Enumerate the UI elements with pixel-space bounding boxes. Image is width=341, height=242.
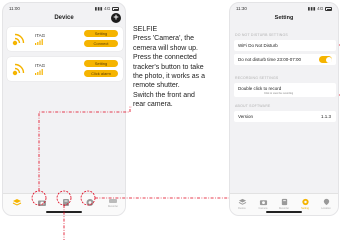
home-indicator <box>46 211 82 213</box>
status-time: 11:00 <box>9 6 20 11</box>
setting-button[interactable]: Setting <box>84 60 118 67</box>
tab-setting[interactable]: Setting <box>297 198 313 212</box>
tab-label: Recorder <box>278 207 290 210</box>
callout-line: Press the connected <box>133 54 197 62</box>
version-value: 1.1.3 <box>320 114 331 119</box>
tab-label: Camera <box>258 207 268 210</box>
tab-label: Location <box>321 207 331 210</box>
status-bar: 11:30 ▮▮▮ 4G <box>230 3 338 13</box>
setting-button[interactable]: Setting <box>84 30 118 37</box>
callout-line: tracker's button to take <box>133 63 204 71</box>
callout-line: remote shutter. <box>133 82 180 90</box>
row-label: Do not disturb time 23:00-07:00 <box>238 57 302 62</box>
tab-device[interactable] <box>9 198 25 212</box>
record-row[interactable]: Double click to record Click to view the… <box>234 83 336 97</box>
signal-strength-icon <box>35 69 43 75</box>
callout-line: rear camera. <box>133 101 173 109</box>
click-alarm-button[interactable]: Click alarm <box>84 70 118 77</box>
connect-button[interactable]: Connect <box>84 40 118 47</box>
add-device-button[interactable]: + <box>111 12 121 23</box>
row-sublabel: Click to view the recording <box>264 92 294 95</box>
tab-device[interactable]: Device <box>234 198 250 212</box>
device-card[interactable]: ITAG Setting Connect <box>7 27 123 51</box>
tab-camera[interactable] <box>34 198 50 212</box>
battery-icon <box>325 7 332 11</box>
row-label: WiFi Do Not Disturb <box>238 43 278 48</box>
callout-line: cemera will show up. <box>133 44 198 52</box>
home-indicator <box>266 211 302 213</box>
bluetooth-tracker-icon <box>12 33 25 46</box>
location-icon <box>323 198 329 206</box>
callout-line: Switch the front and <box>133 91 195 99</box>
record-icon <box>281 198 287 206</box>
home-icon <box>12 199 22 206</box>
device-card[interactable]: ITAG Setting Click alarm <box>7 57 123 81</box>
bluetooth-tracker-icon <box>12 63 25 76</box>
tab-setting[interactable] <box>82 198 98 212</box>
battery-icon <box>112 7 119 11</box>
signal-icon: ▮▮▮ <box>307 6 316 11</box>
tab-location[interactable]: Recorder <box>105 198 121 212</box>
record-icon <box>63 199 69 206</box>
network-label: 4G <box>317 6 324 11</box>
home-icon <box>238 198 246 205</box>
dnd-toggle[interactable] <box>319 56 332 63</box>
page-title: Setting <box>274 15 294 21</box>
row-label: Version <box>238 114 254 119</box>
tab-recorder[interactable]: Recorder <box>276 198 292 212</box>
row-label: Double click to record <box>238 86 282 91</box>
section-header-about: ABOUT SOFTWARE <box>235 104 271 108</box>
camera-icon <box>259 200 267 206</box>
network-label: 4G <box>104 6 111 11</box>
dnd-time-row[interactable]: Do not disturb time 23:00-07:00 <box>234 54 336 65</box>
signal-strength-icon <box>35 39 43 45</box>
instruction-callout: SELFIE Press 'Camera', the cemera will s… <box>133 25 233 110</box>
wifi-dnd-row[interactable]: WiFi Do Not Disturb <box>234 40 336 51</box>
device-name: ITAG <box>35 63 46 68</box>
status-time: 11:30 <box>236 6 247 11</box>
status-bar: 11:00 ▮▮▮ 4G <box>3 3 125 13</box>
tab-label: Recorder <box>107 205 119 208</box>
callout-line: Press 'Camera', the <box>133 35 195 43</box>
callout-title: SELFIE <box>133 26 158 33</box>
version-row: Version 1.1.3 <box>234 111 336 122</box>
device-name: ITAG <box>35 33 46 38</box>
location-icon <box>109 199 117 203</box>
callout-line: the photo, it works as a <box>133 73 205 81</box>
section-header-recording: RECORDING SETTINGS <box>235 76 279 80</box>
phone-screen-device: 11:00 ▮▮▮ 4G Device + ITAG Setting Conne… <box>2 2 126 216</box>
tab-location[interactable]: Location <box>318 198 334 212</box>
phone-screen-setting: 11:30 ▮▮▮ 4G Setting DO NOT DISTURB SETT… <box>229 2 339 216</box>
tab-camera[interactable]: Camera <box>255 198 271 212</box>
tab-label: Device <box>238 207 246 210</box>
page-title: Device <box>54 15 74 21</box>
signal-icon: ▮▮▮ <box>94 6 103 11</box>
tab-recorder[interactable] <box>58 198 74 212</box>
tab-label: Setting <box>301 207 309 210</box>
settings-icon <box>301 198 309 206</box>
section-header-dnd: DO NOT DISTURB SETTINGS <box>235 33 288 37</box>
camera-icon <box>38 200 46 206</box>
status-indicators: ▮▮▮ 4G <box>308 6 332 12</box>
settings-icon <box>86 199 94 206</box>
